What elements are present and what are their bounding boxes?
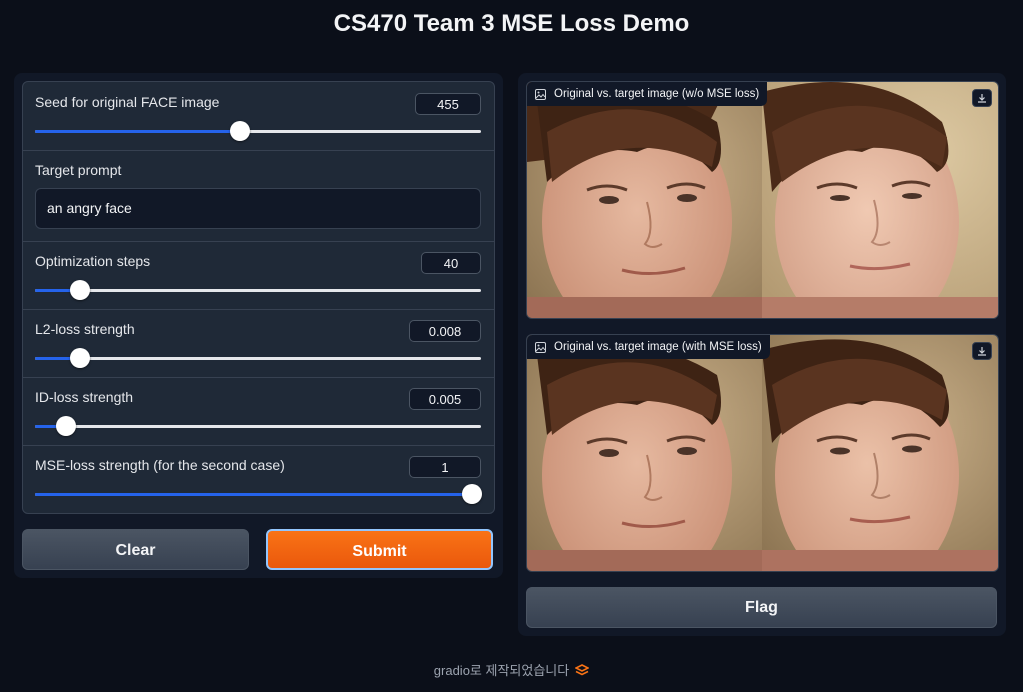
prompt-block: Target prompt an angry face [23, 150, 494, 242]
seed-label: Seed for original FACE image [35, 94, 220, 110]
l2-slider[interactable] [35, 348, 481, 368]
output-image-2-label-text: Original vs. target image (with MSE loss… [554, 341, 762, 353]
id-slider-thumb[interactable] [56, 416, 77, 436]
l2-slider-thumb[interactable] [69, 348, 90, 368]
target-face-image-2 [762, 335, 998, 571]
seed-slider-block: Seed for original FACE image 455 [23, 82, 494, 151]
steps-number-input[interactable]: 40 [421, 252, 481, 274]
output-image-2: Original vs. target image (with MSE loss… [526, 334, 999, 572]
output-panel: Original vs. target image (w/o MSE loss) [518, 73, 1006, 636]
mse-label: MSE-loss strength (for the second case) [35, 457, 285, 473]
output-image-1-label-text: Original vs. target image (w/o MSE loss) [554, 88, 760, 100]
seed-slider-thumb[interactable] [230, 121, 251, 141]
original-face-image-2 [527, 335, 762, 571]
output-image-2-label: Original vs. target image (with MSE loss… [527, 335, 770, 359]
prompt-label: Target prompt [35, 162, 122, 178]
steps-label: Optimization steps [35, 253, 151, 269]
id-slider[interactable] [35, 416, 481, 436]
mse-slider-fill [35, 493, 473, 496]
id-label: ID-loss strength [35, 389, 134, 405]
input-panel: Seed for original FACE image 455 Target … [14, 73, 503, 578]
seed-slider[interactable] [35, 121, 481, 141]
target-face-image-1 [762, 82, 998, 318]
mse-slider-thumb[interactable] [462, 484, 483, 504]
steps-slider[interactable] [35, 280, 481, 300]
gradio-logo-icon [575, 663, 590, 675]
page-title: CS470 Team 3 MSE Loss Demo [333, 10, 690, 37]
download-button-1[interactable] [972, 89, 992, 107]
output-image-1: Original vs. target image (w/o MSE loss) [526, 81, 999, 319]
steps-slider-block: Optimization steps 40 [23, 241, 494, 310]
submit-button[interactable]: Submit [266, 529, 493, 570]
seed-slider-fill [35, 130, 241, 133]
input-form: Seed for original FACE image 455 Target … [22, 81, 495, 514]
l2-number-input[interactable]: 0.008 [409, 320, 481, 342]
footer-text[interactable]: gradio로 제작되었습니다 [434, 660, 569, 679]
mse-slider[interactable] [35, 484, 483, 504]
original-face-image-1 [527, 82, 762, 318]
clear-button[interactable]: Clear [22, 529, 249, 570]
flag-button[interactable]: Flag [526, 587, 997, 628]
id-slider-block: ID-loss strength 0.005 [23, 377, 494, 446]
download-icon [978, 347, 986, 356]
seed-number-input[interactable]: 455 [415, 93, 481, 115]
mse-slider-block: MSE-loss strength (for the second case) … [23, 445, 494, 513]
footer: gradio로 제작되었습니다 [0, 660, 1023, 679]
download-button-2[interactable] [972, 342, 992, 360]
l2-label: L2-loss strength [35, 321, 135, 337]
l2-slider-block: L2-loss strength 0.008 [23, 309, 494, 378]
output-image-1-label: Original vs. target image (w/o MSE loss) [527, 82, 768, 106]
image-icon [535, 341, 546, 353]
image-icon [535, 88, 546, 100]
steps-slider-thumb[interactable] [69, 280, 90, 300]
mse-number-input[interactable]: 1 [409, 456, 481, 478]
prompt-textbox[interactable]: an angry face [35, 188, 481, 229]
id-number-input[interactable]: 0.005 [409, 388, 481, 410]
download-icon [978, 94, 986, 103]
